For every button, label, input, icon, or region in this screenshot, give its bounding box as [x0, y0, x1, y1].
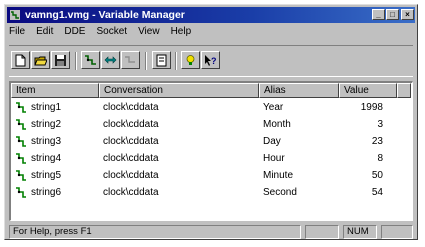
- value-cell: 50: [371, 170, 383, 181]
- toolbar-separator: [175, 52, 177, 70]
- alias-name: Hour: [263, 153, 285, 164]
- variable-icon: [16, 170, 26, 181]
- list-row[interactable]: string4 clock\cddata Hour 8: [11, 150, 411, 167]
- conversation-name: clock\cddata: [103, 136, 159, 147]
- list-row[interactable]: string1 clock\cddata Year 1998: [11, 99, 411, 116]
- disconnect-button[interactable]: [121, 51, 140, 69]
- conversation-name: clock\cddata: [103, 119, 159, 130]
- save-icon: [55, 55, 66, 66]
- menu-help[interactable]: Help: [171, 26, 192, 37]
- item-name: string4: [31, 153, 62, 164]
- variable-manager-window: vamng1.vmg - Variable Manager _ □ × File…: [4, 4, 418, 240]
- context-help-button[interactable]: ?: [201, 51, 220, 69]
- value-cell: 8: [377, 153, 383, 164]
- open-folder-icon: [34, 56, 47, 66]
- menu-socket[interactable]: Socket: [96, 26, 127, 37]
- swap-button[interactable]: [101, 51, 120, 69]
- alias-name: Day: [263, 136, 281, 147]
- hint-button[interactable]: [181, 51, 200, 69]
- window-title: vamng1.vmg - Variable Manager: [25, 9, 185, 21]
- minimize-button[interactable]: _: [372, 9, 385, 20]
- list-row[interactable]: string2 clock\cddata Month 3: [11, 116, 411, 133]
- variable-list[interactable]: Item Conversation Alias Value string1 clo…: [9, 81, 413, 221]
- conversation-name: clock\cddata: [103, 102, 159, 113]
- value-cell: 3: [377, 119, 383, 130]
- disconnect-icon: [125, 56, 135, 63]
- column-header-alias[interactable]: Alias: [259, 83, 339, 98]
- toolbar-separator: [145, 52, 147, 70]
- variable-icon: [16, 187, 26, 198]
- conversation-name: clock\cddata: [103, 153, 159, 164]
- menu-dde[interactable]: DDE: [64, 26, 85, 37]
- menu-file[interactable]: File: [9, 26, 25, 37]
- toolbar-separator: [75, 52, 77, 70]
- save-button[interactable]: [51, 51, 70, 69]
- maximize-button[interactable]: □: [386, 9, 399, 20]
- conversation-name: clock\cddata: [103, 187, 159, 198]
- menu-view[interactable]: View: [138, 26, 160, 37]
- svg-text:?: ?: [211, 56, 217, 66]
- hint-icon: [186, 55, 195, 65]
- new-button[interactable]: [11, 51, 30, 69]
- item-name: string3: [31, 136, 62, 147]
- variable-icon: [16, 119, 26, 130]
- close-button[interactable]: ×: [401, 9, 414, 20]
- alias-name: Month: [263, 119, 291, 130]
- variable-icon: [16, 102, 26, 113]
- menu-edit[interactable]: Edit: [36, 26, 53, 37]
- variable-icon: [16, 136, 26, 147]
- status-pane: [305, 225, 339, 239]
- app-icon: [10, 10, 20, 20]
- value-cell: 23: [371, 136, 383, 147]
- list-row[interactable]: string3 clock\cddata Day 23: [11, 133, 411, 150]
- column-header-filler: [397, 83, 411, 98]
- column-header-conversation[interactable]: Conversation: [99, 83, 259, 98]
- column-header-value[interactable]: Value: [339, 83, 397, 98]
- properties-button[interactable]: [152, 51, 171, 69]
- item-name: string6: [31, 187, 62, 198]
- alias-name: Second: [263, 187, 297, 198]
- toolbar: ?: [9, 45, 413, 77]
- connect-button[interactable]: [81, 51, 100, 69]
- alias-name: Year: [263, 102, 284, 113]
- item-name: string1: [31, 102, 62, 113]
- connect-icon: [85, 55, 96, 65]
- conversation-name: clock\cddata: [103, 170, 159, 181]
- status-bar: For Help, press F1 NUM: [9, 224, 413, 240]
- context-help-icon: ?: [205, 55, 217, 66]
- new-file-icon: [15, 54, 26, 67]
- value-cell: 54: [371, 187, 383, 198]
- item-name: string5: [31, 170, 62, 181]
- list-row[interactable]: string6 clock\cddata Second 54: [11, 184, 411, 201]
- menu-bar: File Edit DDE Socket View Help: [9, 26, 202, 40]
- item-name: string2: [31, 119, 62, 130]
- value-cell: 1998: [360, 102, 383, 113]
- variable-icon: [16, 153, 26, 164]
- status-num-indicator: NUM: [343, 225, 377, 239]
- status-message: For Help, press F1: [9, 225, 301, 239]
- open-button[interactable]: [31, 51, 50, 69]
- title-bar[interactable]: vamng1.vmg - Variable Manager _ □ ×: [7, 7, 415, 23]
- status-pane: [381, 225, 413, 239]
- swap-icon: [104, 56, 117, 64]
- list-row[interactable]: string5 clock\cddata Minute 50: [11, 167, 411, 184]
- properties-icon: [156, 54, 167, 67]
- alias-name: Minute: [263, 170, 294, 181]
- column-header-item[interactable]: Item: [11, 83, 99, 98]
